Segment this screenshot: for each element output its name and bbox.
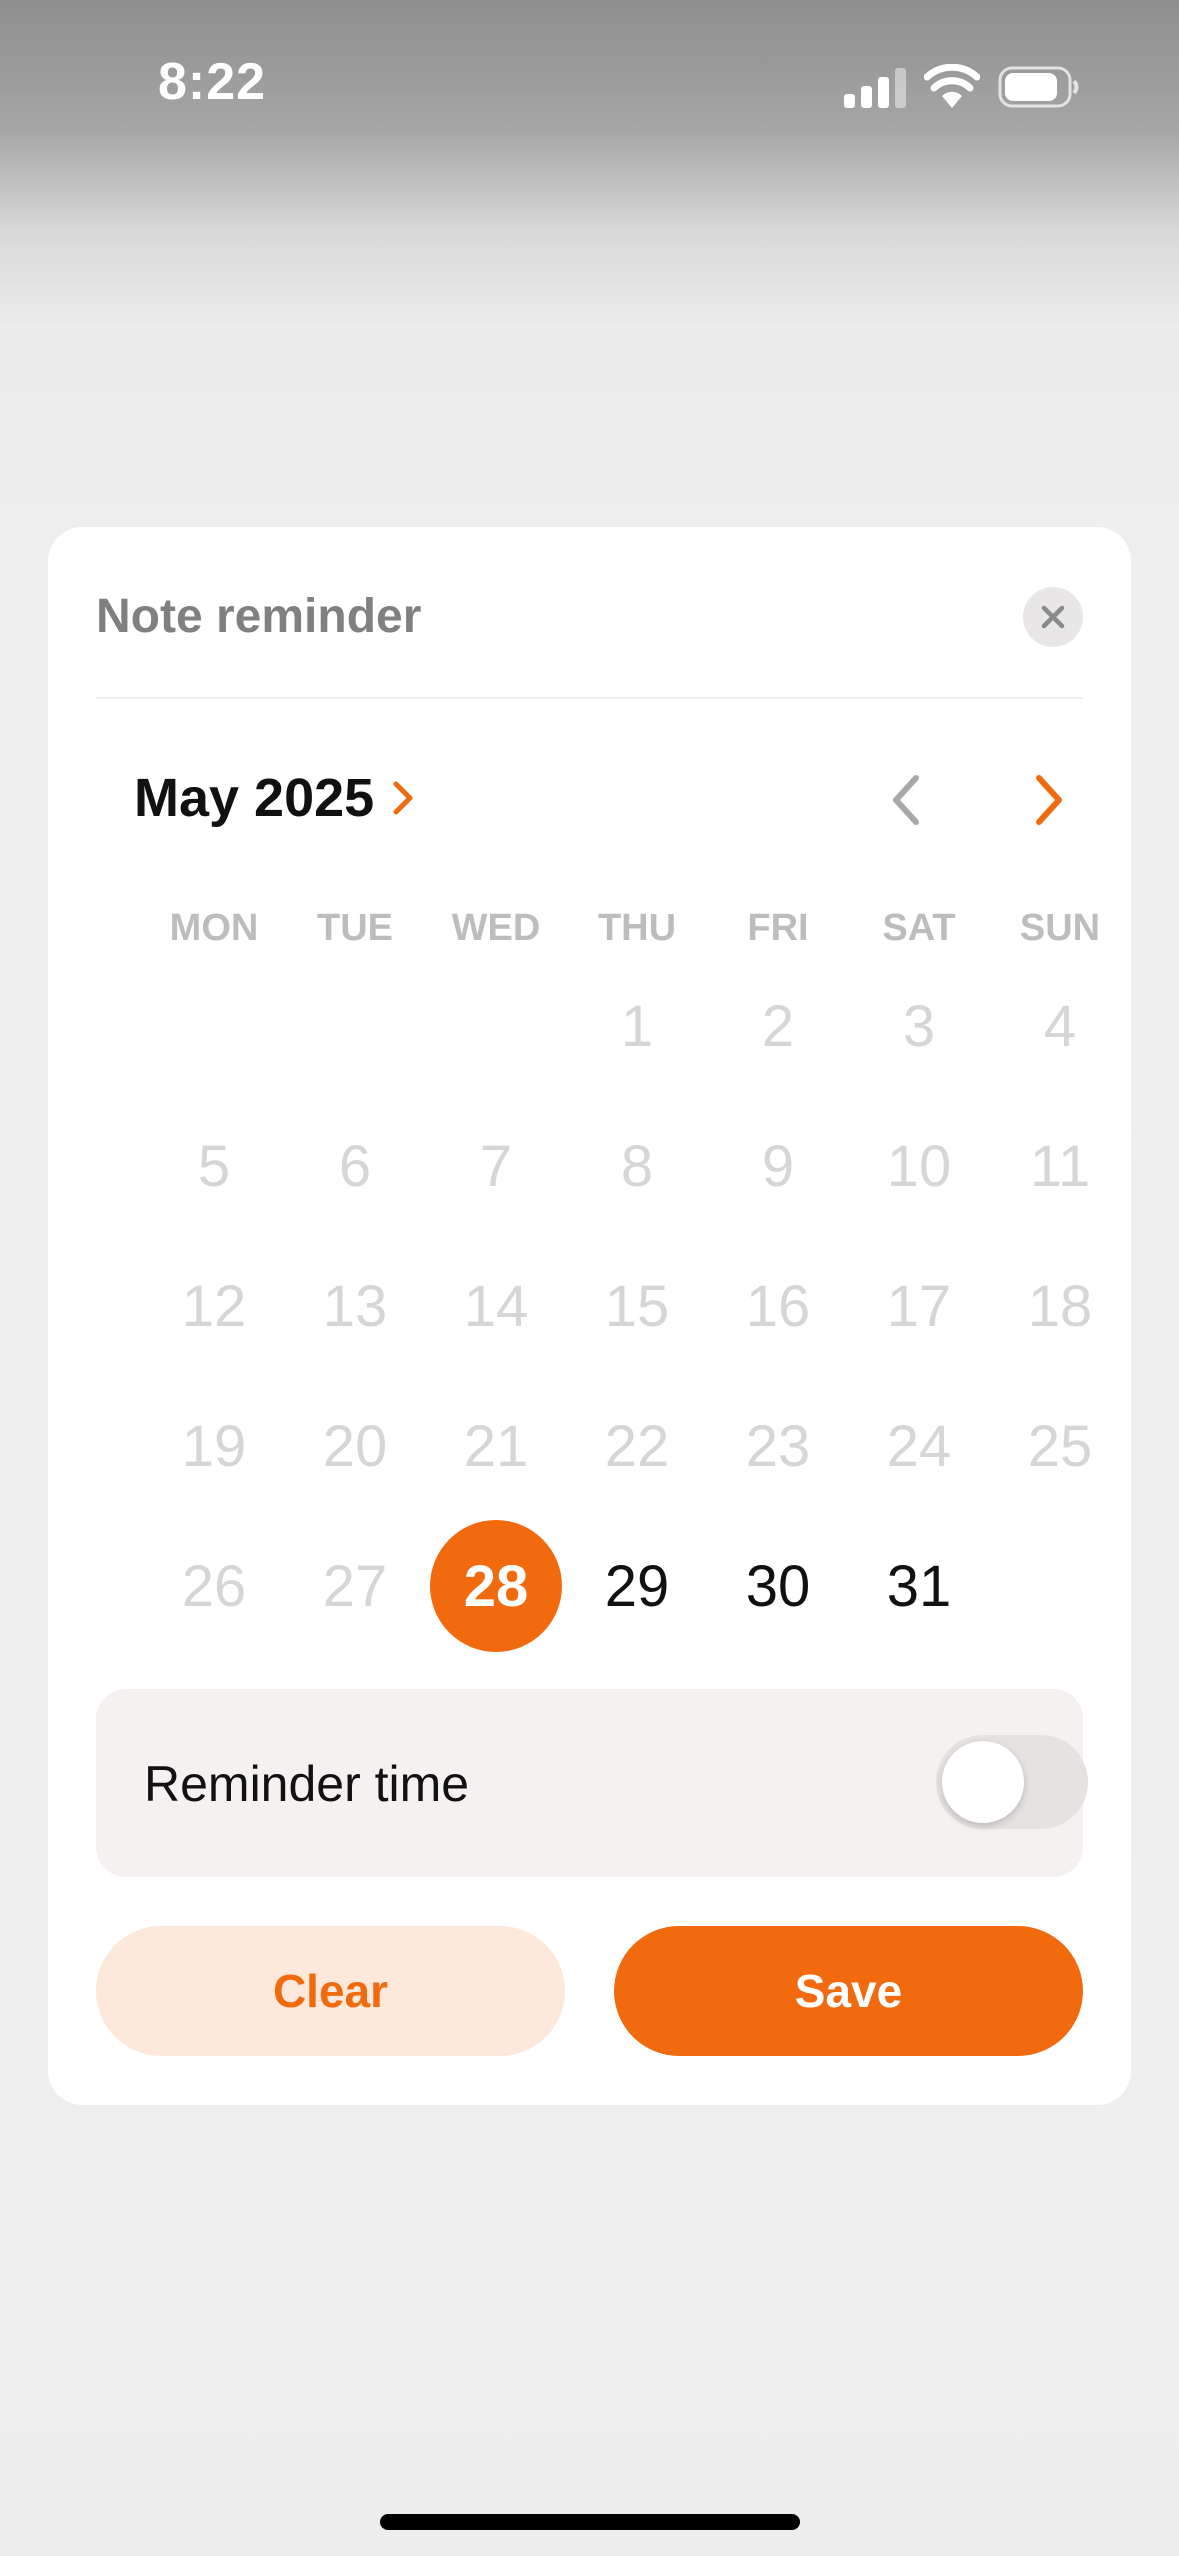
calendar-day[interactable]: 31 (853, 1520, 985, 1652)
calendar-day: 2 (761, 993, 795, 1059)
calendar-day: 9 (761, 1133, 795, 1199)
save-button[interactable]: Save (614, 1926, 1083, 2056)
status-time: 8:22 (158, 53, 267, 111)
calendar-day: 24 (886, 1413, 952, 1479)
calendar-day: 11 (1029, 1133, 1091, 1199)
calendar-day: 22 (604, 1413, 670, 1479)
calendar-day: 3 (902, 993, 936, 1059)
wifi-icon (924, 64, 980, 108)
calendar-day: 14 (463, 1273, 529, 1339)
calendar-day: 8 (620, 1133, 654, 1199)
calendar-day[interactable]: 30 (712, 1520, 844, 1652)
calendar-day: 19 (181, 1413, 247, 1479)
calendar-day: 12 (181, 1273, 247, 1339)
calendar-day: 5 (197, 1133, 231, 1199)
calendar-day: 27 (322, 1553, 388, 1619)
reminder-time-label: Reminder time (144, 1756, 470, 1812)
calendar-day: 23 (745, 1413, 811, 1479)
toggle-knob (942, 1741, 1024, 1823)
calendar-day: 26 (181, 1553, 247, 1619)
calendar-day: 15 (604, 1273, 670, 1339)
signal-icon (844, 68, 906, 108)
calendar-grid: 1 2 3 4 5 6 7 8 9 10 11 12 13 14 15 16 17 18 19 20 21 22 23 24 2… (48, 527, 1131, 1652)
calendar-day: 13 (322, 1273, 388, 1339)
status-bar: 8:22 (0, 0, 1179, 180)
calendar-day: 7 (479, 1133, 513, 1199)
calendar-day[interactable]: 29 (571, 1520, 703, 1652)
reminder-time-toggle[interactable] (936, 1735, 1088, 1829)
calendar-day: 4 (1043, 993, 1077, 1059)
calendar-day: 1 (620, 993, 654, 1059)
note-reminder-dialog: Note reminder May 2025 MON TUE WED THU FRI SA… (48, 527, 1131, 2105)
calendar-day-selected[interactable]: 28 (430, 1520, 562, 1652)
home-indicator (380, 2514, 800, 2530)
calendar-day: 21 (463, 1413, 529, 1479)
calendar-day: 10 (886, 1133, 952, 1199)
battery-icon (998, 66, 1079, 108)
calendar-day: 18 (1027, 1273, 1093, 1339)
calendar-day: 25 (1027, 1413, 1093, 1479)
calendar-day: 16 (745, 1273, 811, 1339)
calendar-day: 6 (338, 1133, 372, 1199)
reminder-time-row: Reminder time (96, 1689, 1088, 1877)
clear-button[interactable]: Clear (96, 1926, 565, 2056)
calendar-day: 17 (886, 1273, 952, 1339)
calendar-day: 20 (322, 1413, 388, 1479)
